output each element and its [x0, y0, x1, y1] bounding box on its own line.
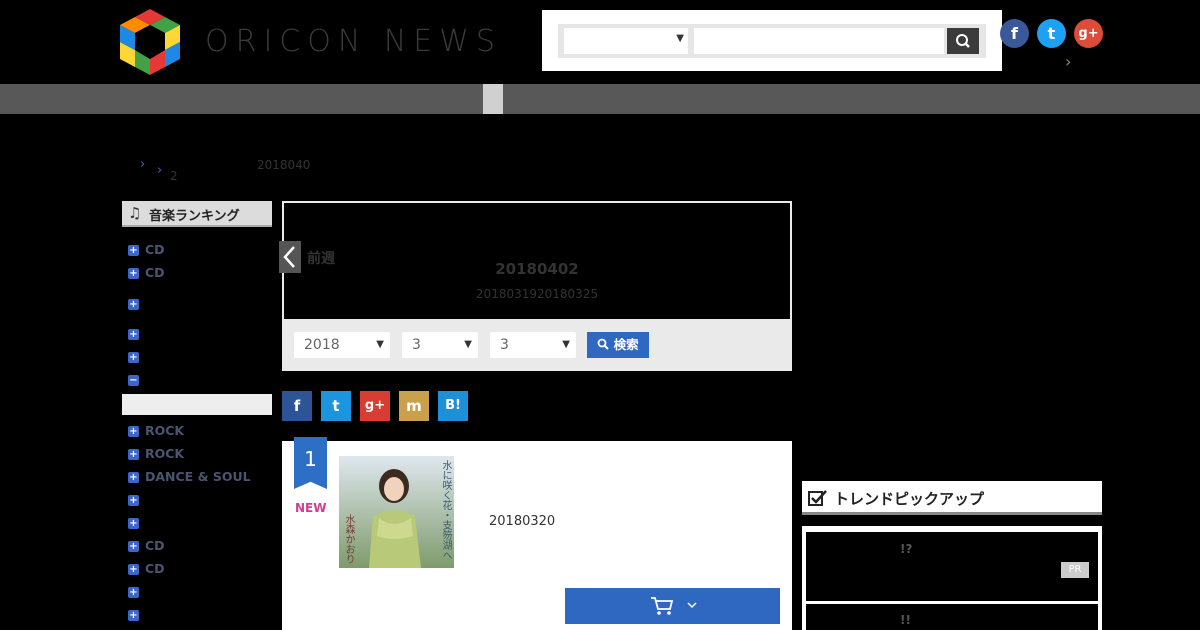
album-jacket-image[interactable]	[339, 456, 454, 568]
rank-badge: 1	[294, 437, 327, 489]
week-search-label: 検索	[613, 337, 639, 352]
plus-icon: +	[128, 268, 139, 279]
sidebar-item[interactable]: + ROCK	[128, 446, 184, 462]
oricon-logo-icon[interactable]	[120, 9, 180, 75]
chevron-down-icon	[687, 602, 697, 609]
share-twitter-icon[interactable]: t	[321, 391, 351, 421]
release-date: 20180320	[489, 514, 556, 529]
nav-item-active[interactable]	[483, 84, 503, 114]
purchase-button[interactable]	[565, 588, 780, 624]
plus-icon: +	[128, 352, 139, 363]
search-icon	[956, 34, 970, 48]
sidebar-item-label: CD	[145, 242, 165, 257]
plus-icon: +	[128, 564, 139, 575]
breadcrumb-chevron-icon: ›	[157, 163, 163, 178]
breadcrumb-level2[interactable]: 2	[170, 169, 178, 183]
sidebar-item[interactable]: + DANCE & SOUL	[128, 469, 251, 485]
plus-icon: +	[128, 472, 139, 483]
chevron-down-icon: ▼	[676, 33, 684, 44]
search-input[interactable]	[694, 28, 944, 54]
plus-icon: +	[128, 610, 139, 621]
plus-icon: +	[128, 541, 139, 552]
sidebar-item[interactable]: + CD	[128, 561, 165, 577]
week-search-button[interactable]: 検索	[587, 332, 649, 358]
year-select-value: 2018	[304, 337, 340, 353]
week-select-value: 3	[500, 337, 509, 353]
sidebar-item[interactable]: +	[128, 584, 145, 600]
plus-icon: +	[128, 449, 139, 460]
sidebar-item[interactable]: +	[128, 326, 145, 342]
share-google-plus-icon[interactable]: g+	[360, 391, 390, 421]
minus-icon: −	[128, 375, 139, 386]
sidebar-item[interactable]: +	[128, 492, 145, 508]
trend-item[interactable]: !?	[806, 532, 1098, 601]
share-hatena-icon[interactable]: B!	[438, 391, 468, 421]
plus-icon: +	[128, 587, 139, 598]
logo-text[interactable]: ORICON NEWS	[205, 24, 502, 59]
checkbox-icon	[808, 490, 827, 506]
sidebar-item-label: DANCE & SOUL	[145, 469, 251, 484]
sidebar-item[interactable]: −	[128, 372, 145, 388]
sidebar-item-label: CD	[145, 561, 165, 576]
sidebar-item[interactable]: +	[128, 349, 145, 365]
sidebar-heading: ♫ 音楽ランキング	[122, 201, 272, 227]
breadcrumb-chevron-icon: ›	[140, 157, 146, 172]
plus-icon: +	[128, 518, 139, 529]
trend-item-title: !?	[900, 542, 913, 556]
share-facebook-icon[interactable]: f	[282, 391, 312, 421]
sidebar-item[interactable]: + CD	[128, 538, 165, 554]
search-category-select[interactable]: ▼	[564, 28, 688, 54]
trend-pickup-heading: トレンドピックアップ	[802, 481, 1102, 515]
cart-icon	[651, 597, 674, 615]
site-header: ORICON NEWS ▼ f t g+ ›	[0, 0, 1200, 84]
search-icon	[597, 338, 610, 350]
plus-icon: +	[128, 426, 139, 437]
sidebar-heading-label: 音楽ランキング	[149, 209, 240, 224]
search-bar: ▼	[558, 24, 986, 58]
pr-badge: PR	[1061, 562, 1089, 578]
trend-item[interactable]: !!	[806, 604, 1098, 630]
week-select[interactable]: 3 ▼	[490, 332, 576, 358]
site-search: ▼	[542, 10, 1002, 71]
sidebar-item-label: ROCK	[145, 446, 185, 461]
sidebar-item-label: CD	[145, 538, 165, 553]
google-plus-icon[interactable]: g+	[1074, 19, 1103, 48]
global-nav	[0, 84, 1200, 114]
sidebar-item-label: CD	[145, 265, 165, 280]
sidebar-item[interactable]: + ROCK	[128, 423, 184, 439]
sidebar-item-selected[interactable]	[122, 394, 272, 415]
plus-icon: +	[128, 495, 139, 506]
header-link-arrow-icon[interactable]: ›	[1065, 52, 1071, 71]
week-title: 20180402	[495, 260, 579, 278]
sidebar-item[interactable]: +	[128, 296, 145, 312]
jacket-artist-text: 水森かおり	[343, 514, 354, 564]
music-note-icon: ♫	[128, 204, 142, 222]
chevron-down-icon: ▼	[376, 339, 384, 350]
year-select[interactable]: 2018 ▼	[294, 332, 390, 358]
chevron-down-icon: ▼	[464, 339, 472, 350]
facebook-icon[interactable]: f	[1000, 19, 1029, 48]
plus-icon: +	[128, 329, 139, 340]
new-badge: NEW	[295, 501, 327, 515]
sidebar-item-label: ROCK	[145, 423, 185, 438]
sidebar-item[interactable]: + CD	[128, 242, 165, 258]
search-button[interactable]	[947, 28, 979, 54]
chevron-down-icon: ▼	[562, 339, 570, 350]
month-select[interactable]: 3 ▼	[402, 332, 478, 358]
jacket-title-text: 水に咲く花・支笏湖へ	[440, 460, 451, 560]
trend-item-title: !!	[900, 613, 911, 627]
share-mixi-icon[interactable]: m	[399, 391, 429, 421]
plus-icon: +	[128, 245, 139, 256]
sidebar-item[interactable]: + CD	[128, 265, 165, 281]
week-range: 2018031920180325	[475, 287, 599, 301]
breadcrumb-current: 2018040	[257, 158, 311, 172]
sidebar-item[interactable]: +	[128, 607, 145, 623]
month-select-value: 3	[412, 337, 421, 353]
trend-pickup-label: トレンドピックアップ	[834, 490, 985, 508]
twitter-icon[interactable]: t	[1037, 19, 1066, 48]
sidebar-item[interactable]: +	[128, 515, 145, 531]
plus-icon: +	[128, 299, 139, 310]
